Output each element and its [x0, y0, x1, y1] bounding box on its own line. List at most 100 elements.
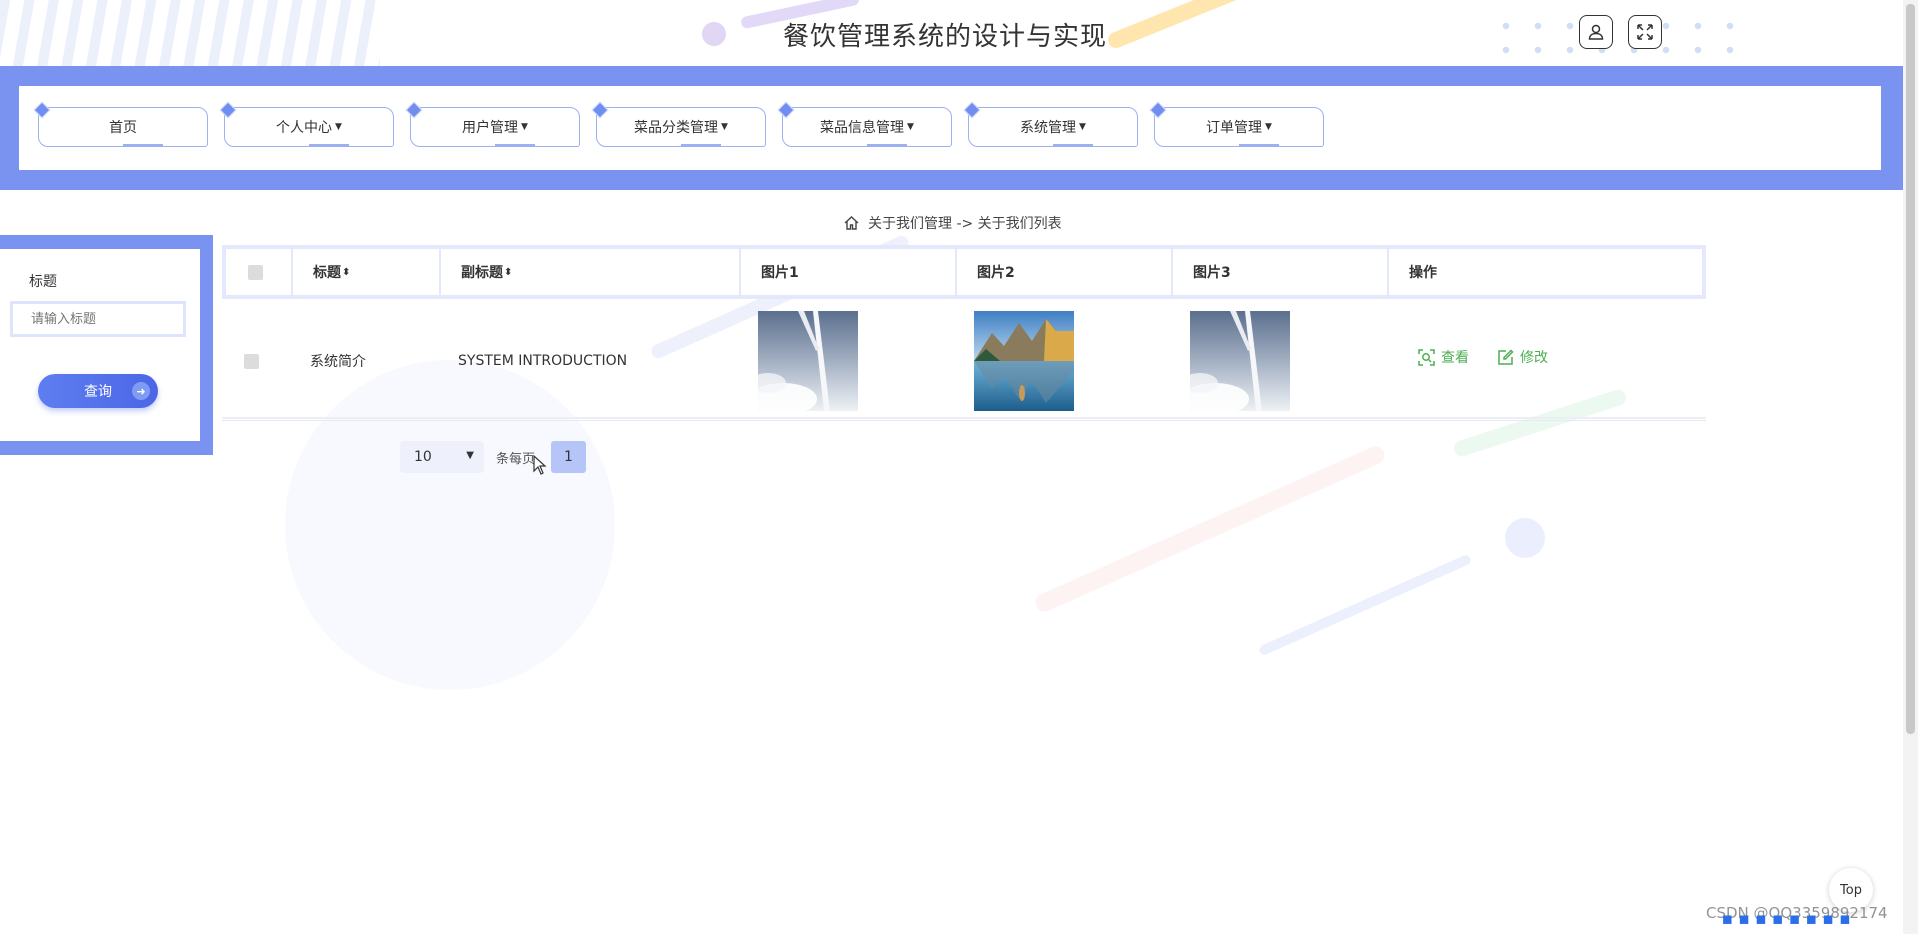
column-header-label: 图片1 — [761, 265, 799, 281]
scrollbar-thumb[interactable] — [1906, 4, 1915, 734]
user-button[interactable] — [1579, 15, 1613, 49]
nav-underline — [123, 144, 163, 147]
title-search-input[interactable] — [10, 301, 186, 337]
column-header-label: 副标题 — [461, 265, 503, 281]
column-header-actions: 操作 — [1389, 249, 1702, 295]
select-all-checkbox[interactable] — [248, 264, 263, 280]
nav-item-user-management[interactable]: 用户管理 ▼ — [405, 101, 580, 147]
nav-underline — [681, 144, 721, 147]
search-button-label: 查询 — [84, 384, 112, 400]
view-icon — [1418, 348, 1435, 366]
table-divider — [222, 420, 1706, 421]
header-select-all — [226, 249, 293, 295]
wind-turbine-image[interactable] — [1190, 311, 1290, 411]
column-header-label: 操作 — [1409, 265, 1437, 281]
user-icon — [1588, 24, 1604, 40]
nav-bar: 首页 个人中心 ▼ 用户管理 ▼ 菜品分类管理 ▼ 菜品信息管理 ▼ 系统管理 ▼ 订单管… — [0, 66, 1903, 190]
search-panel: 标题 查询 ➜ — [0, 235, 213, 455]
nav-item-label: 系统管理 — [1020, 120, 1077, 136]
ime-icon[interactable]: ◼ — [1739, 912, 1750, 927]
caret-down-icon: ▼ — [907, 122, 914, 132]
nav-underline — [1239, 144, 1279, 147]
view-label: 查看 — [1441, 350, 1469, 366]
ime-icon[interactable]: ◼ — [1722, 912, 1733, 927]
nav-item-dish-category[interactable]: 菜品分类管理 ▼ — [591, 101, 766, 147]
nav-underline — [309, 144, 349, 147]
column-header-image2: 图片2 — [957, 249, 1173, 295]
nav-item-home[interactable]: 首页 — [33, 101, 208, 147]
search-panel-inner: 标题 查询 ➜ — [0, 249, 200, 441]
nav-underline — [867, 144, 907, 147]
nav-item-order-management[interactable]: 订单管理 ▼ — [1149, 101, 1324, 147]
chevron-down-icon: ▼ — [466, 450, 474, 461]
wind-turbine-image[interactable] — [758, 311, 858, 411]
nav-item-label: 订单管理 — [1206, 120, 1263, 136]
fullscreen-button[interactable] — [1628, 15, 1662, 49]
column-header-label: 图片3 — [1193, 265, 1231, 281]
column-header-subtitle[interactable]: 副标题 ⬍ — [441, 249, 741, 295]
nav-item-label: 菜品分类管理 — [634, 120, 719, 136]
edit-label: 修改 — [1520, 350, 1548, 366]
corner-decoration — [405, 101, 423, 119]
sort-icon: ⬍ — [504, 266, 513, 278]
ime-icon[interactable]: ◼ — [1840, 912, 1851, 927]
cell-title: 系统简介 — [310, 354, 366, 370]
nav-item-label: 菜品信息管理 — [820, 120, 905, 136]
corner-decoration — [1149, 101, 1167, 119]
nav-item-personal-center[interactable]: 个人中心 ▼ — [219, 101, 394, 147]
view-button[interactable]: 查看 — [1418, 347, 1469, 367]
ime-icon[interactable]: ◼ — [1772, 912, 1783, 927]
ime-icon[interactable]: ◼ — [1823, 912, 1834, 927]
edit-button[interactable]: 修改 — [1497, 347, 1548, 367]
corner-decoration — [963, 101, 981, 119]
cell-image2 — [974, 305, 1074, 417]
nav-item-label: 首页 — [109, 120, 137, 136]
cell-subtitle: SYSTEM INTRODUCTION — [458, 353, 628, 369]
mountain-lake-image[interactable] — [974, 311, 1074, 411]
edit-icon — [1498, 348, 1514, 365]
caret-down-icon: ▼ — [1079, 122, 1086, 132]
page-number-button[interactable]: 1 — [551, 441, 587, 473]
nav-item-dish-info[interactable]: 菜品信息管理 ▼ — [777, 101, 952, 147]
row-select — [244, 305, 259, 417]
nav-item-label: 个人中心 — [276, 120, 333, 136]
column-header-image1: 图片1 — [741, 249, 957, 295]
column-header-label: 标题 — [313, 265, 341, 281]
breadcrumb-text: 关于我们管理 -> 关于我们列表 — [868, 216, 1062, 232]
ime-toolbar: ◼ ◼ ◼ ◼ ◼ ◼ ◼ ◼ — [1722, 912, 1850, 927]
table-header: 标题 ⬍ 副标题 ⬍ 图片1 图片2 图片3 操作 — [222, 245, 1706, 299]
column-header-title[interactable]: 标题 ⬍ — [293, 249, 441, 295]
background-streak — [1032, 443, 1388, 615]
scrollbar[interactable] — [1903, 0, 1918, 934]
table-row: 系统简介 SYSTEM INTRODUCTION 查看 修改 — [222, 305, 1706, 419]
corner-decoration — [777, 101, 795, 119]
nav-item-system-management[interactable]: 系统管理 ▼ — [963, 101, 1138, 147]
nav-underline — [495, 144, 535, 147]
pagination: 10 ▼ 条每页 1 — [400, 441, 587, 473]
ime-icon[interactable]: ◼ — [1806, 912, 1817, 927]
fullscreen-icon — [1637, 24, 1653, 40]
sort-icon: ⬍ — [342, 266, 351, 278]
caret-down-icon: ▼ — [335, 122, 342, 132]
header: 餐饮管理系统的设计与实现 — [0, 0, 1918, 66]
search-button[interactable]: 查询 ➜ — [38, 374, 158, 408]
page-size-select[interactable]: 10 ▼ — [400, 441, 484, 473]
cell-image1 — [758, 305, 858, 417]
ime-icon[interactable]: ◼ — [1789, 912, 1800, 927]
cell-actions: 查看 修改 — [1418, 305, 1548, 417]
ime-icon[interactable]: ◼ — [1756, 912, 1767, 927]
cell-image3 — [1190, 305, 1290, 417]
nav-underline — [1053, 144, 1093, 147]
nav-inner: 首页 个人中心 ▼ 用户管理 ▼ 菜品分类管理 ▼ 菜品信息管理 ▼ 系统管理 ▼ 订单管… — [19, 86, 1881, 170]
background-bubble — [1505, 518, 1545, 558]
row-checkbox[interactable] — [244, 353, 259, 369]
page-size-value: 10 — [414, 449, 432, 465]
background-streak — [1257, 553, 1473, 657]
caret-down-icon: ▼ — [521, 122, 528, 132]
search-label: 标题 — [29, 274, 57, 290]
corner-decoration — [219, 101, 237, 119]
corner-decoration — [33, 101, 51, 119]
caret-down-icon: ▼ — [1265, 122, 1272, 132]
column-header-image3: 图片3 — [1173, 249, 1389, 295]
caret-down-icon: ▼ — [721, 122, 728, 132]
